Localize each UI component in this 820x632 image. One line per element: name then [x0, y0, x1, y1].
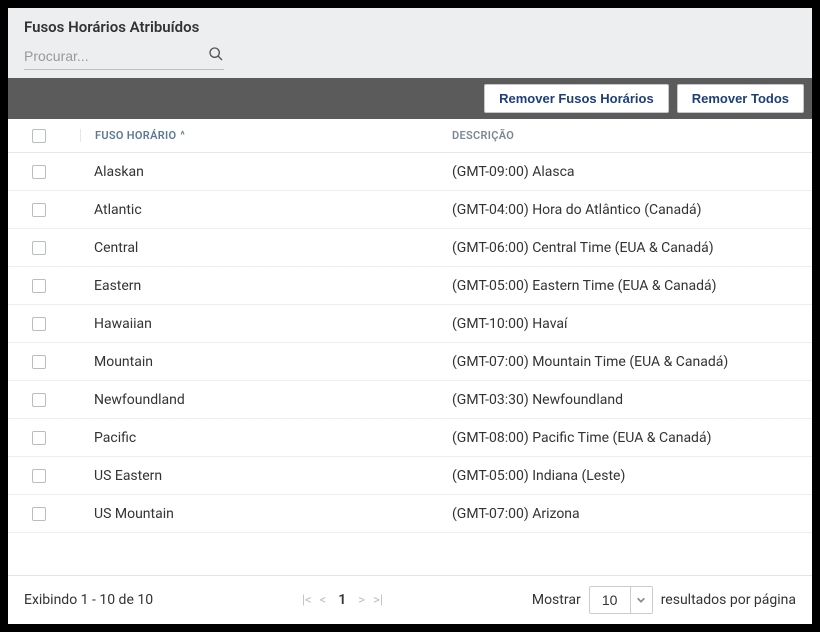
table-row[interactable]: Atlantic(GMT-04:00) Hora do Atlântico (C… — [8, 191, 812, 229]
row-timezone: Alaskan — [80, 164, 444, 180]
pagination: |< < 1 > >| — [153, 592, 532, 608]
column-header-timezone-label: FUSO HORÁRIO — [95, 129, 176, 142]
page-size-control: Mostrar resultados por página — [532, 586, 796, 614]
row-checkbox[interactable] — [32, 241, 46, 255]
table-row[interactable]: Newfoundland(GMT-03:30) Newfoundland — [8, 381, 812, 419]
app-window: Fusos Horários Atribuídos Remover Fusos … — [8, 8, 812, 624]
page-size-input[interactable] — [590, 587, 630, 613]
row-checkbox[interactable] — [32, 431, 46, 445]
row-checkbox[interactable] — [32, 317, 46, 331]
pager-first-icon[interactable]: |< — [302, 593, 312, 608]
row-check-cell — [8, 317, 80, 331]
pager-next-icon[interactable]: > — [358, 593, 365, 608]
row-checkbox[interactable] — [32, 507, 46, 521]
row-check-cell — [8, 507, 80, 521]
row-check-cell — [8, 279, 80, 293]
row-description: (GMT-07:00) Mountain Time (EUA & Canadá) — [444, 354, 812, 370]
column-header-description[interactable]: DESCRIÇÃO — [444, 129, 812, 142]
table-header: FUSO HORÁRIO ^ DESCRIÇÃO — [8, 119, 812, 153]
select-all-checkbox[interactable] — [32, 129, 46, 143]
pager-last-icon[interactable]: >| — [373, 593, 383, 608]
row-checkbox[interactable] — [32, 165, 46, 179]
page-size-dropdown-button[interactable] — [630, 587, 652, 613]
pager-current-page: 1 — [334, 592, 350, 608]
footer: Exibindo 1 - 10 de 10 |< < 1 > >| Mostra… — [8, 575, 812, 624]
row-checkbox[interactable] — [32, 469, 46, 483]
row-checkbox[interactable] — [32, 393, 46, 407]
row-checkbox[interactable] — [32, 279, 46, 293]
table-row[interactable]: Mountain(GMT-07:00) Mountain Time (EUA &… — [8, 343, 812, 381]
row-check-cell — [8, 241, 80, 255]
row-timezone: Hawaiian — [80, 316, 444, 332]
toolbar: Remover Fusos Horários Remover Todos — [8, 78, 812, 119]
row-timezone: Newfoundland — [80, 392, 444, 408]
table-row[interactable]: Hawaiian(GMT-10:00) Havaí — [8, 305, 812, 343]
table-row[interactable]: Eastern(GMT-05:00) Eastern Time (EUA & C… — [8, 267, 812, 305]
row-description: (GMT-08:00) Pacific Time (EUA & Canadá) — [444, 430, 812, 446]
table-body: Alaskan(GMT-09:00) AlascaAtlantic(GMT-04… — [8, 153, 812, 533]
row-check-cell — [8, 355, 80, 369]
column-header-description-label: DESCRIÇÃO — [452, 129, 514, 142]
page-size-label: Mostrar — [532, 592, 581, 608]
row-description: (GMT-06:00) Central Time (EUA & Canadá) — [444, 240, 812, 256]
row-description: (GMT-04:00) Hora do Atlântico (Canadá) — [444, 202, 812, 218]
page-size-suffix: resultados por página — [661, 592, 796, 608]
table-row[interactable]: US Eastern(GMT-05:00) Indiana (Leste) — [8, 457, 812, 495]
header: Fusos Horários Atribuídos — [8, 8, 812, 78]
remove-selected-button[interactable]: Remover Fusos Horários — [484, 84, 669, 113]
row-description: (GMT-05:00) Eastern Time (EUA & Canadá) — [444, 278, 812, 294]
column-header-timezone[interactable]: FUSO HORÁRIO ^ — [80, 129, 444, 142]
row-timezone: Pacific — [80, 430, 444, 446]
row-checkbox[interactable] — [32, 203, 46, 217]
row-check-cell — [8, 393, 80, 407]
row-timezone: Central — [80, 240, 444, 256]
row-description: (GMT-10:00) Havaí — [444, 316, 812, 332]
row-check-cell — [8, 165, 80, 179]
row-check-cell — [8, 431, 80, 445]
table-row[interactable]: US Mountain(GMT-07:00) Arizona — [8, 495, 812, 533]
row-description: (GMT-07:00) Arizona — [444, 506, 812, 522]
chevron-down-icon — [636, 595, 646, 605]
row-timezone: Mountain — [80, 354, 444, 370]
search-input[interactable] — [24, 46, 208, 66]
row-timezone: Atlantic — [80, 202, 444, 218]
table-row[interactable]: Pacific(GMT-08:00) Pacific Time (EUA & C… — [8, 419, 812, 457]
header-check-cell — [8, 129, 80, 143]
remove-all-button[interactable]: Remover Todos — [677, 84, 804, 113]
table: FUSO HORÁRIO ^ DESCRIÇÃO Alaskan(GMT-09:… — [8, 119, 812, 575]
sort-ascending-icon: ^ — [180, 130, 185, 141]
search-field-wrap — [24, 46, 224, 70]
row-timezone: Eastern — [80, 278, 444, 294]
row-check-cell — [8, 203, 80, 217]
row-check-cell — [8, 469, 80, 483]
search-icon[interactable] — [208, 46, 224, 66]
row-timezone: US Eastern — [80, 468, 444, 484]
results-count: Exibindo 1 - 10 de 10 — [24, 592, 153, 608]
row-timezone: US Mountain — [80, 506, 444, 522]
pager-prev-icon[interactable]: < — [320, 593, 327, 608]
row-checkbox[interactable] — [32, 355, 46, 369]
table-row[interactable]: Central(GMT-06:00) Central Time (EUA & C… — [8, 229, 812, 267]
row-description: (GMT-05:00) Indiana (Leste) — [444, 468, 812, 484]
row-description: (GMT-03:30) Newfoundland — [444, 392, 812, 408]
table-row[interactable]: Alaskan(GMT-09:00) Alasca — [8, 153, 812, 191]
page-title: Fusos Horários Atribuídos — [24, 18, 796, 36]
page-size-select[interactable] — [589, 586, 653, 614]
row-description: (GMT-09:00) Alasca — [444, 164, 812, 180]
